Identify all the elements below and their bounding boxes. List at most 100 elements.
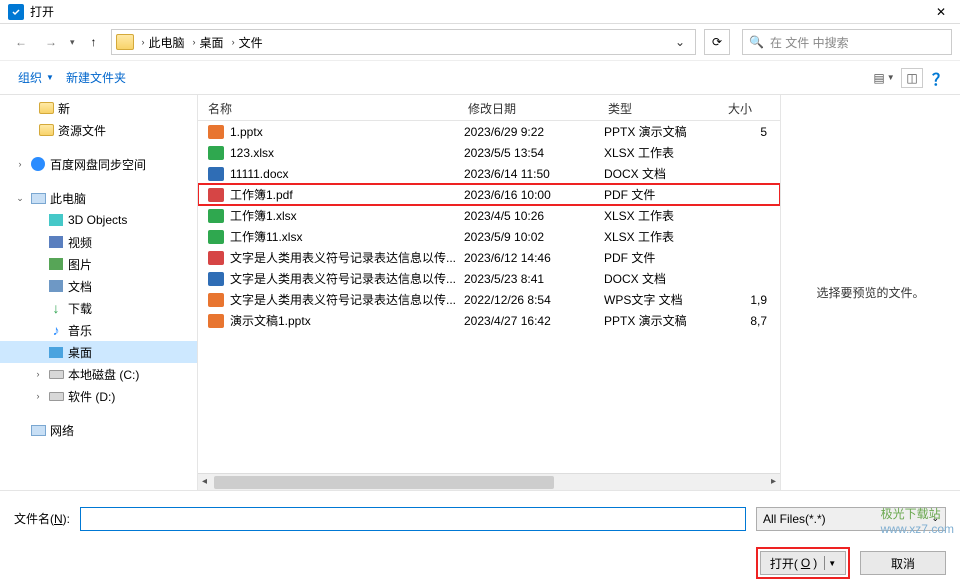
file-name: 文字是人类用表义符号记录表达信息以传... — [230, 270, 464, 287]
file-size: 8,7 — [719, 314, 767, 328]
back-button[interactable]: ← — [8, 29, 34, 55]
forward-button: → — [38, 29, 64, 55]
file-list: 名称 修改日期 类型 大小 1.pptx2023/6/29 9:22PPTX 演… — [198, 95, 780, 490]
file-icon — [208, 209, 224, 223]
filename-label: 文件名(N): — [14, 510, 70, 527]
file-date: 2023/6/12 14:46 — [464, 251, 604, 265]
file-type: PDF 文件 — [604, 186, 719, 203]
file-date: 2023/5/23 8:41 — [464, 272, 604, 286]
preview-pane-icon[interactable]: ◫ — [901, 68, 923, 88]
file-row[interactable]: 文字是人类用表义符号记录表达信息以传...2023/6/12 14:46PDF … — [198, 247, 780, 268]
file-type: PPTX 演示文稿 — [604, 312, 719, 329]
file-type: DOCX 文档 — [604, 270, 719, 287]
app-icon — [8, 4, 24, 20]
tree-item[interactable]: ›软件 (D:) — [0, 385, 197, 407]
titlebar: 打开 ✕ — [0, 0, 960, 24]
file-icon — [208, 146, 224, 160]
breadcrumb-seg[interactable]: 文件 — [239, 34, 263, 51]
file-icon — [208, 293, 224, 307]
tree-item[interactable]: 资源文件 — [0, 119, 197, 141]
window-title: 打开 — [30, 3, 930, 20]
column-headers[interactable]: 名称 修改日期 类型 大小 — [198, 95, 780, 121]
search-input[interactable]: 🔍 在 文件 中搜索 — [742, 29, 952, 55]
col-date[interactable]: 修改日期 — [458, 95, 598, 120]
tree-item[interactable]: 文档 — [0, 275, 197, 297]
file-type: DOCX 文档 — [604, 165, 719, 182]
file-icon — [208, 125, 224, 139]
file-row[interactable]: 11111.docx2023/6/14 11:50DOCX 文档 — [198, 163, 780, 184]
file-row[interactable]: 1.pptx2023/6/29 9:22PPTX 演示文稿5 — [198, 121, 780, 142]
file-icon — [208, 314, 224, 328]
tree-item-thispc[interactable]: ⌄此电脑 — [0, 187, 197, 209]
file-type: WPS文字 文档 — [604, 291, 719, 308]
file-row[interactable]: 演示文稿1.pptx2023/4/27 16:42PPTX 演示文稿8,7 — [198, 310, 780, 331]
col-size[interactable]: 大小 — [713, 95, 763, 120]
tree-item[interactable]: 视频 — [0, 231, 197, 253]
tree-item[interactable]: 3D Objects — [0, 209, 197, 231]
file-row[interactable]: 工作簿1.xlsx2023/4/5 10:26XLSX 工作表 — [198, 205, 780, 226]
file-name: 工作簿11.xlsx — [230, 228, 464, 245]
footer: 文件名(N): All Files(*.*)⌄ — [0, 490, 960, 546]
tree-item-desktop[interactable]: 桌面 — [0, 341, 197, 363]
file-icon — [208, 167, 224, 181]
file-name: 11111.docx — [230, 167, 464, 181]
breadcrumb-dropdown[interactable]: ⌄ — [669, 35, 691, 49]
horizontal-scrollbar[interactable]: ◂▸ — [198, 473, 780, 490]
file-date: 2023/4/27 16:42 — [464, 314, 604, 328]
dialog-buttons: 打开(O) ▼ 取消 — [0, 546, 960, 580]
file-row[interactable]: 文字是人类用表义符号记录表达信息以传...2022/12/26 8:54WPS文… — [198, 289, 780, 310]
file-row[interactable]: 文字是人类用表义符号记录表达信息以传...2023/5/23 8:41DOCX … — [198, 268, 780, 289]
tree-item[interactable]: ↓下载 — [0, 297, 197, 319]
file-icon — [208, 272, 224, 286]
breadcrumb[interactable]: ›此电脑 ›桌面 ›文件 ⌄ — [111, 29, 696, 55]
tree-item-baidu[interactable]: ›百度网盘同步空间 — [0, 153, 197, 175]
file-row[interactable]: 工作簿11.xlsx2023/5/9 10:02XLSX 工作表 — [198, 226, 780, 247]
file-name: 演示文稿1.pptx — [230, 312, 464, 329]
folder-tree[interactable]: 新 资源文件 ›百度网盘同步空间 ⌄此电脑 3D Objects 视频 图片 文… — [0, 95, 198, 490]
file-date: 2023/5/5 13:54 — [464, 146, 604, 160]
help-icon[interactable]: ？ — [932, 66, 948, 90]
breadcrumb-root[interactable]: 此电脑 — [149, 34, 185, 51]
refresh-button[interactable]: ⟳ — [704, 29, 730, 55]
file-name: 文字是人类用表义符号记录表达信息以传... — [230, 249, 464, 266]
file-type: XLSX 工作表 — [604, 207, 719, 224]
recent-dropdown[interactable]: ▾ — [68, 37, 77, 48]
open-button[interactable]: 打开(O) ▼ — [760, 551, 846, 575]
file-row[interactable]: 123.xlsx2023/5/5 13:54XLSX 工作表 — [198, 142, 780, 163]
col-type[interactable]: 类型 — [598, 95, 713, 120]
main-area: 新 资源文件 ›百度网盘同步空间 ⌄此电脑 3D Objects 视频 图片 文… — [0, 94, 960, 490]
up-button[interactable]: ↑ — [81, 29, 107, 55]
breadcrumb-seg[interactable]: 桌面 — [200, 34, 224, 51]
view-mode-icon[interactable]: ▤▼ — [873, 68, 895, 88]
file-name: 工作簿1.pdf — [230, 186, 464, 203]
organize-menu[interactable]: 组织▼ — [12, 65, 60, 90]
file-size: 5 — [719, 125, 767, 139]
toolbar: 组织▼ 新建文件夹 ▤▼ ◫ ？ — [0, 60, 960, 94]
file-date: 2022/12/26 8:54 — [464, 293, 604, 307]
preview-pane: 选择要预览的文件。 — [780, 95, 960, 490]
file-type: PPTX 演示文稿 — [604, 123, 719, 140]
file-type: XLSX 工作表 — [604, 228, 719, 245]
file-name: 123.xlsx — [230, 146, 464, 160]
file-icon — [208, 188, 224, 202]
close-icon[interactable]: ✕ — [930, 3, 952, 21]
search-placeholder: 在 文件 中搜索 — [770, 34, 849, 51]
cancel-button[interactable]: 取消 — [860, 551, 946, 575]
tree-item[interactable]: 新 — [0, 97, 197, 119]
file-date: 2023/4/5 10:26 — [464, 209, 604, 223]
file-date: 2023/6/29 9:22 — [464, 125, 604, 139]
col-name[interactable]: 名称 — [198, 95, 458, 120]
file-icon — [208, 230, 224, 244]
file-date: 2023/5/9 10:02 — [464, 230, 604, 244]
filename-input[interactable] — [80, 507, 746, 531]
preview-message: 选择要预览的文件。 — [816, 284, 924, 301]
file-icon — [208, 251, 224, 265]
tree-item[interactable]: 图片 — [0, 253, 197, 275]
tree-item-network[interactable]: 网络 — [0, 419, 197, 441]
file-filter-dropdown[interactable]: All Files(*.*)⌄ — [756, 507, 946, 531]
file-date: 2023/6/14 11:50 — [464, 167, 604, 181]
tree-item[interactable]: ♪音乐 — [0, 319, 197, 341]
file-row[interactable]: 工作簿1.pdf2023/6/16 10:00PDF 文件 — [198, 184, 780, 205]
tree-item[interactable]: ›本地磁盘 (C:) — [0, 363, 197, 385]
new-folder-button[interactable]: 新建文件夹 — [60, 65, 132, 90]
